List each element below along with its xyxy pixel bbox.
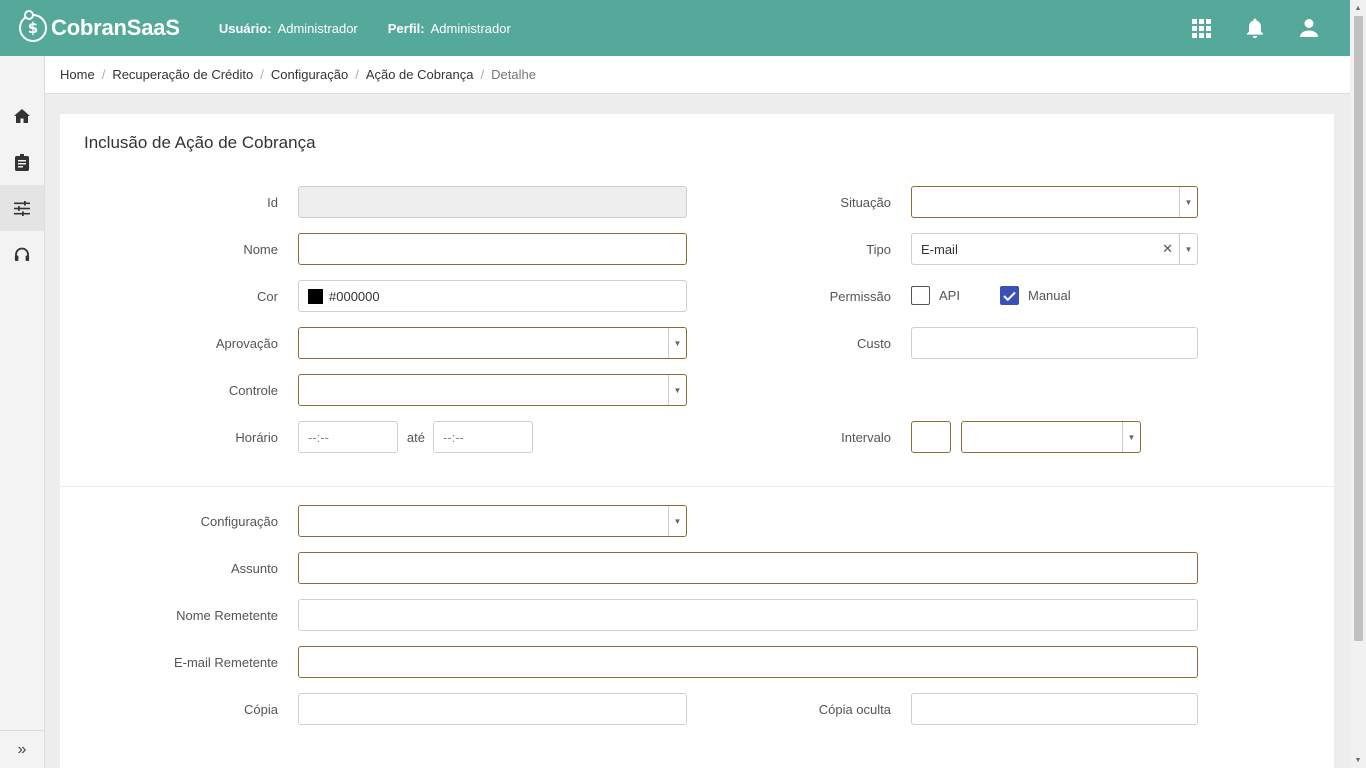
tipo-select[interactable]: E-mail ✕ ▼ [911, 233, 1198, 265]
copia-label: Cópia [244, 702, 278, 717]
section-divider [60, 486, 1334, 487]
chevron-down-icon: ▼ [668, 506, 686, 536]
intervalo-input[interactable] [911, 421, 951, 453]
email-remetente-label: E-mail Remetente [173, 655, 278, 670]
chevron-down-icon: ▼ [1122, 422, 1140, 452]
cor-input[interactable]: #000000 [298, 280, 687, 312]
situacao-label: Situação [840, 195, 891, 210]
custo-label: Custo [857, 336, 891, 351]
copia-oculta-input[interactable] [911, 693, 1198, 725]
user-info: Usuário: Administrador Perfil: Administrad… [219, 21, 541, 36]
controle-select[interactable]: ▼ [298, 374, 687, 406]
assunto-label: Assunto [231, 561, 278, 576]
intervalo-label: Intervalo [841, 430, 891, 445]
chevron-down-icon: ▼ [1179, 187, 1197, 217]
breadcrumb-acao-cobranca[interactable]: Ação de Cobrança [366, 67, 474, 82]
nome-remetente-label: Nome Remetente [176, 608, 278, 623]
situacao-select[interactable]: ▼ [911, 186, 1198, 218]
user-value: Administrador [277, 20, 358, 36]
chevron-down-icon: ▼ [668, 328, 686, 358]
chevron-down-icon: ▼ [1179, 234, 1197, 264]
scroll-up-arrow-icon[interactable]: ▲ [1350, 0, 1366, 16]
aprovacao-select[interactable]: ▼ [298, 327, 687, 359]
breadcrumb-recuperacao[interactable]: Recuperação de Crédito [112, 67, 253, 82]
custo-input[interactable] [911, 327, 1198, 359]
top-header: $ CobranSaaS Usuário: Administrador Perfi… [0, 0, 1350, 56]
profile-value: Administrador [430, 20, 511, 36]
configuracao-label: Configuração [200, 514, 278, 529]
page-scrollbar[interactable]: ▲ ▼ [1350, 0, 1366, 768]
form-card: Inclusão de Ação de Cobrança Id Nome Cor… [60, 114, 1334, 768]
page-title: Inclusão de Ação de Cobrança [84, 133, 316, 152]
copia-oculta-label: Cópia oculta [818, 702, 891, 717]
id-label: Id [267, 195, 278, 210]
tipo-value: E-mail [921, 241, 958, 257]
sidebar-expand-button[interactable]: » [0, 730, 44, 768]
cor-value: #000000 [329, 288, 380, 304]
breadcrumb-detalhe: Detalhe [491, 67, 536, 82]
nome-input[interactable] [298, 233, 687, 265]
tipo-label: Tipo [866, 242, 891, 257]
cor-label: Cor [257, 289, 278, 304]
sidebar-item-suporte[interactable] [0, 231, 44, 277]
api-checkbox-label: API [939, 288, 960, 303]
user-label: Usuário: [218, 20, 272, 36]
id-field [298, 186, 687, 218]
assunto-input[interactable] [298, 552, 1198, 584]
clear-icon[interactable]: ✕ [1162, 234, 1173, 264]
horario-inicio-placeholder: --:-- [308, 429, 329, 445]
breadcrumb-configuracao[interactable]: Configuração [271, 67, 348, 82]
aprovacao-label: Aprovação [215, 336, 278, 351]
user-icon[interactable] [1298, 17, 1320, 39]
api-checkbox[interactable] [911, 286, 930, 305]
copia-input[interactable] [298, 693, 687, 725]
sliders-icon [14, 200, 30, 216]
clipboard-icon [15, 153, 29, 171]
manual-checkbox-label: Manual [1028, 288, 1071, 303]
bell-icon[interactable] [1244, 17, 1266, 39]
app-logo[interactable]: $ CobranSaaS [19, 10, 180, 42]
nome-label: Nome [243, 242, 278, 257]
horario-label: Horário [235, 430, 278, 445]
scroll-thumb[interactable] [1354, 16, 1363, 641]
intervalo-unidade-select[interactable]: ▼ [961, 421, 1141, 453]
sidebar: » [0, 56, 45, 768]
configuracao-select[interactable]: ▼ [298, 505, 687, 537]
sidebar-item-clipboard[interactable] [0, 139, 44, 185]
profile-label: Perfil: [387, 20, 425, 36]
ate-label: até [406, 430, 425, 445]
horario-fim-placeholder: --:-- [443, 429, 464, 445]
app-name: CobranSaaS [51, 15, 180, 40]
sidebar-item-home[interactable] [0, 93, 44, 139]
color-swatch[interactable] [308, 288, 323, 304]
check-icon [1003, 291, 1016, 301]
breadcrumb-home[interactable]: Home [60, 67, 95, 82]
headset-icon [14, 247, 30, 261]
horario-inicio-input[interactable]: --:-- [298, 421, 398, 453]
apps-grid-icon[interactable] [1190, 17, 1212, 39]
horario-fim-input[interactable]: --:-- [433, 421, 533, 453]
breadcrumb: Home / Recuperação de Crédito / Configur… [45, 56, 1350, 94]
manual-checkbox[interactable] [1000, 286, 1019, 305]
controle-label: Controle [228, 383, 278, 398]
sidebar-item-configuracao[interactable] [0, 185, 44, 231]
home-icon [14, 109, 30, 123]
logo-coin-icon: $ [19, 10, 47, 42]
nome-remetente-input[interactable] [298, 599, 1198, 631]
scroll-down-arrow-icon[interactable]: ▼ [1350, 752, 1366, 768]
chevron-down-icon: ▼ [668, 375, 686, 405]
email-remetente-input[interactable] [298, 646, 1198, 678]
permissao-label: Permissão [829, 289, 891, 304]
